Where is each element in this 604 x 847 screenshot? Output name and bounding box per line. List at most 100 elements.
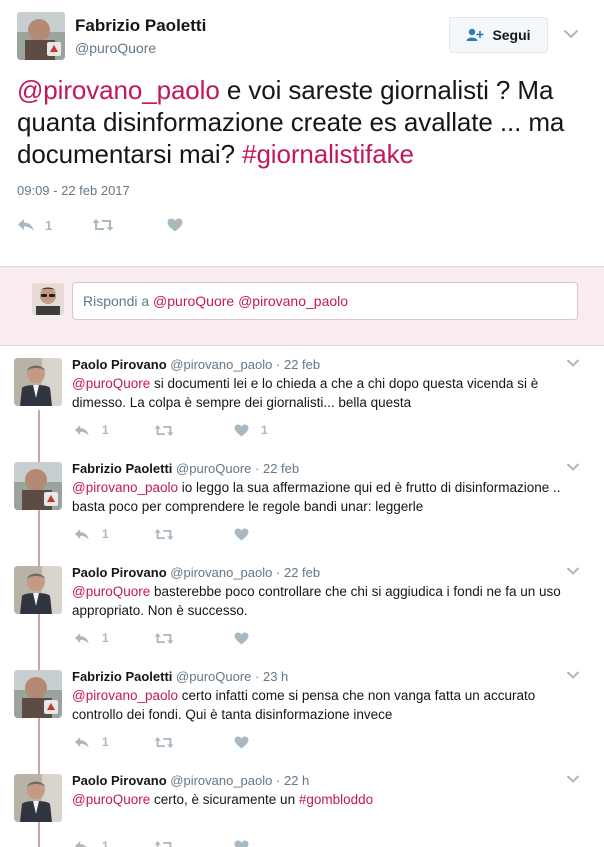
reply-icon <box>74 736 89 748</box>
avatar[interactable] <box>14 774 62 822</box>
reply-tweet[interactable]: Fabrizio Paoletti @puroQuore · 22 feb @p… <box>0 450 604 554</box>
retweet-icon <box>154 424 174 436</box>
hashtag-link[interactable]: #giornalistifake <box>242 139 414 169</box>
reply-button[interactable]: 1 <box>17 218 92 233</box>
like-button[interactable] <box>234 839 261 847</box>
add-user-icon <box>466 28 484 41</box>
like-button[interactable] <box>234 735 261 749</box>
reply-tweet[interactable]: Paolo Pirovano @pirovano_paolo · 22 h @p… <box>0 762 604 847</box>
reply-time[interactable]: 22 feb <box>263 461 299 476</box>
author-name[interactable]: Paolo Pirovano <box>72 773 167 788</box>
retweet-button[interactable] <box>154 528 234 541</box>
reply-text: @pirovano_paolo io leggo la sua affermaz… <box>72 478 582 516</box>
reply-time[interactable]: 22 feb <box>284 357 320 372</box>
like-button[interactable]: 1 <box>234 423 268 437</box>
author-name[interactable]: Paolo Pirovano <box>72 565 167 580</box>
mention-link[interactable]: @puroQuore <box>72 376 150 391</box>
chevron-down-icon[interactable] <box>566 462 580 472</box>
avatar[interactable] <box>14 670 62 718</box>
avatar[interactable] <box>14 462 62 510</box>
like-button[interactable] <box>234 631 261 645</box>
author-name[interactable]: Fabrizio Paoletti <box>72 461 172 476</box>
reply-tweet[interactable]: Paolo Pirovano @pirovano_paolo · 22 feb … <box>0 554 604 658</box>
mention-link[interactable]: @puroQuore <box>72 584 150 599</box>
reply-header: Fabrizio Paoletti @puroQuore · 22 feb <box>72 461 299 476</box>
hashtag-link[interactable]: #gombloddo <box>299 792 373 807</box>
avatar[interactable] <box>14 358 62 406</box>
retweet-button[interactable] <box>92 218 167 232</box>
separator-dot: · <box>255 669 260 684</box>
reply-tweet[interactable]: Paolo Pirovano @pirovano_paolo · 22 feb … <box>0 346 604 450</box>
author-handle[interactable]: @pirovano_paolo <box>170 357 272 372</box>
mention-link[interactable]: @pirovano_paolo <box>17 75 220 105</box>
mention-link[interactable]: @pirovano_paolo <box>72 480 178 495</box>
author-name[interactable]: Fabrizio Paoletti <box>72 669 172 684</box>
user-photo-icon <box>32 283 64 315</box>
author-handle[interactable]: @pirovano_paolo <box>170 773 272 788</box>
reply-header: Paolo Pirovano @pirovano_paolo · 22 feb <box>72 357 320 372</box>
reply-mention: @pirovano_paolo <box>238 293 349 309</box>
chevron-down-icon[interactable] <box>566 774 580 784</box>
reply-button[interactable]: 1 <box>74 735 154 749</box>
follow-button[interactable]: Segui <box>449 17 548 53</box>
reply-tweet[interactable]: Fabrizio Paoletti @puroQuore · 23 h @pir… <box>0 658 604 762</box>
retweet-icon <box>154 840 172 847</box>
author-handle[interactable]: @puroQuore <box>176 461 251 476</box>
reply-button[interactable]: 1 <box>74 423 154 437</box>
author-name[interactable]: Fabrizio Paoletti <box>75 16 206 36</box>
chevron-down-icon[interactable] <box>566 358 580 368</box>
reply-body: certo, è sicuramente un <box>150 792 299 807</box>
follow-label: Segui <box>492 27 531 43</box>
reply-actions: 1 <box>74 838 261 847</box>
author-handle[interactable]: @puroQuore <box>176 669 251 684</box>
retweet-button[interactable] <box>154 632 234 645</box>
reply-button[interactable]: 1 <box>74 527 154 541</box>
like-button[interactable] <box>167 218 193 232</box>
reply-time[interactable]: 22 feb <box>284 565 320 580</box>
reply-header: Fabrizio Paoletti @puroQuore · 23 h <box>72 669 288 684</box>
reply-icon <box>18 219 34 231</box>
heart-icon <box>234 735 249 749</box>
separator-dot: · <box>255 461 260 476</box>
reply-button[interactable]: 1 <box>74 839 154 847</box>
author-handle[interactable]: @pirovano_paolo <box>170 565 272 580</box>
tweet-timestamp[interactable]: 09:09 - 22 feb 2017 <box>17 183 130 198</box>
mention-link[interactable]: @puroQuore <box>72 792 150 807</box>
author-name[interactable]: Paolo Pirovano <box>72 357 167 372</box>
reply-icon <box>74 424 89 436</box>
retweet-icon <box>154 528 174 540</box>
tweet-text: @pirovano_paolo e voi sareste giornalist… <box>17 74 592 170</box>
reply-button[interactable]: 1 <box>74 631 154 645</box>
reply-header: Paolo Pirovano @pirovano_paolo · 22 h <box>72 773 309 788</box>
retweet-icon <box>154 632 174 644</box>
retweet-button[interactable] <box>154 424 234 437</box>
reply-input[interactable]: Rispondi a @puroQuore @pirovano_paolo <box>72 282 578 320</box>
reply-mention: @puroQuore <box>153 293 235 309</box>
reply-actions: 1 <box>74 526 261 542</box>
reply-text: @puroQuore si documenti lei e lo chieda … <box>72 374 582 412</box>
avatar-photo-icon <box>14 774 62 822</box>
heart-icon <box>234 631 249 645</box>
mention-link[interactable]: @pirovano_paolo <box>72 688 178 703</box>
tweet-actions: 1 <box>17 216 193 234</box>
reply-time[interactable]: 23 h <box>263 669 288 684</box>
avatar[interactable] <box>14 566 62 614</box>
reply-time[interactable]: 22 h <box>284 773 309 788</box>
reply-count: 1 <box>102 527 109 541</box>
avatar-photo-icon <box>14 462 62 510</box>
chevron-down-icon[interactable] <box>566 670 580 680</box>
reply-text: @pirovano_paolo certo infatti come si pe… <box>72 686 582 724</box>
chevron-down-icon[interactable] <box>562 27 580 41</box>
heart-icon <box>234 423 249 437</box>
chevron-down-icon[interactable] <box>566 566 580 576</box>
retweet-button[interactable] <box>154 840 234 847</box>
reply-header: Paolo Pirovano @pirovano_paolo · 22 feb <box>72 565 320 580</box>
author-handle[interactable]: @puroQuore <box>75 40 156 56</box>
reply-placeholder: Rispondi a <box>83 293 154 309</box>
retweet-button[interactable] <box>154 736 234 749</box>
like-button[interactable] <box>234 527 261 541</box>
avatar[interactable] <box>17 12 65 60</box>
like-count: 1 <box>261 423 268 437</box>
retweet-icon <box>154 736 174 748</box>
current-user-avatar <box>32 283 64 315</box>
